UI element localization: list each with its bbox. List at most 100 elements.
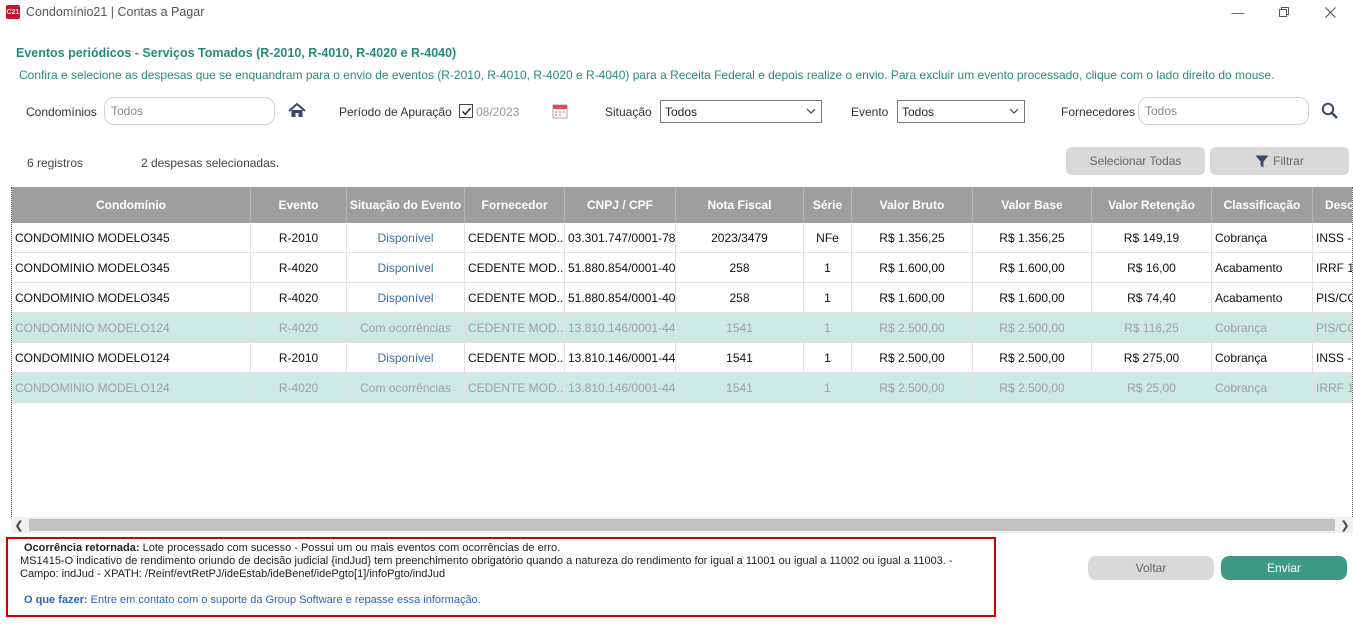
column-header[interactable]: Evento — [251, 187, 347, 223]
cell-cnpj: 13.810.146/0001-44 — [565, 373, 676, 403]
cell-bruto: R$ 2.500,00 — [852, 313, 973, 343]
cell-nota: 258 — [676, 253, 804, 283]
column-header[interactable]: Nota Fiscal — [676, 187, 804, 223]
home-icon[interactable] — [287, 101, 307, 121]
cell-evento: R-4020 — [251, 283, 347, 313]
cell-situacao[interactable]: Disponível — [347, 283, 465, 313]
cell-fornecedor: CEDENTE MOD... — [465, 253, 565, 283]
cell-desc: INSS - — [1316, 351, 1352, 365]
cell-situacao[interactable]: Com ocorrências — [347, 373, 465, 403]
column-header[interactable]: Série — [804, 187, 852, 223]
filter-button-label: Filtrar — [1273, 154, 1304, 168]
cell-base: R$ 1.356,25 — [973, 223, 1092, 253]
cell-situacao[interactable]: Com ocorrências — [347, 313, 465, 343]
cell-classificacao: Acabamento — [1212, 253, 1313, 283]
cell-base: R$ 2.500,00 — [973, 313, 1092, 343]
column-header[interactable]: Situação do Evento — [347, 187, 465, 223]
cell-retencao: R$ 116,25 — [1092, 313, 1212, 343]
app-logo-icon: C21 — [6, 5, 20, 19]
cell-situacao[interactable]: Disponível — [347, 343, 465, 373]
filter-button[interactable]: Filtrar — [1210, 147, 1349, 175]
cell-nota: 2023/3479 — [676, 223, 804, 253]
condominios-label: Condomínios — [26, 105, 97, 119]
cell-condominio: CONDOMINIO MODELO345 — [12, 223, 251, 253]
column-header[interactable]: CNPJ / CPF — [565, 187, 676, 223]
cell-desc: IRRF 1% — [1316, 261, 1352, 275]
table-row[interactable]: CONDOMINIO MODELO124 R-4020 Com ocorrênc… — [12, 373, 1352, 403]
column-header[interactable]: Condomínio — [12, 187, 251, 223]
cell-retencao: R$ 74,40 — [1092, 283, 1212, 313]
cell-evento: R-2010 — [251, 343, 347, 373]
column-header[interactable]: Valor Retenção — [1092, 187, 1212, 223]
close-icon[interactable] — [1307, 0, 1353, 24]
cell-base: R$ 2.500,00 — [973, 373, 1092, 403]
cell-nota: 258 — [676, 283, 804, 313]
window-controls: — — [1215, 0, 1353, 24]
chevron-down-icon — [806, 103, 816, 122]
column-header[interactable]: Fornecedor — [465, 187, 565, 223]
condominios-input[interactable]: Todos — [104, 97, 275, 125]
cell-base: R$ 2.500,00 — [973, 343, 1092, 373]
send-button[interactable]: Enviar — [1221, 556, 1347, 580]
cell-situacao[interactable]: Disponível — [347, 253, 465, 283]
table-header: Condomínio Evento Situação do Evento For… — [12, 187, 1352, 223]
situacao-select[interactable]: Todos — [660, 100, 822, 123]
situacao-selected-value: Todos — [665, 104, 698, 119]
fornecedores-input[interactable]: Todos — [1138, 97, 1309, 125]
cell-desc: PIS/CO — [1316, 321, 1353, 335]
periodo-checkbox[interactable] — [459, 104, 473, 118]
cell-classificacao: Cobrança — [1212, 343, 1313, 373]
cell-evento: R-4020 — [251, 253, 347, 283]
calendar-icon[interactable] — [551, 102, 569, 120]
restore-icon[interactable] — [1261, 0, 1307, 24]
periodo-label: Período de Apuração — [339, 105, 452, 119]
cell-serie: 1 — [804, 283, 852, 313]
scroll-right-icon[interactable]: ❯ — [1337, 517, 1353, 533]
cell-retencao: R$ 25,00 — [1092, 373, 1212, 403]
table-row[interactable]: CONDOMINIO MODELO345 R-4020 Disponível C… — [12, 253, 1352, 283]
minimize-icon[interactable]: — — [1215, 0, 1261, 24]
cell-situacao[interactable]: Disponível — [347, 223, 465, 253]
select-all-button[interactable]: Selecionar Todas — [1066, 147, 1205, 175]
cell-fornecedor: CEDENTE MOD... — [465, 223, 565, 253]
cell-cnpj: 03.301.747/0001-78 — [565, 223, 676, 253]
cell-bruto: R$ 2.500,00 — [852, 343, 973, 373]
chevron-down-icon — [1009, 103, 1019, 122]
cell-desc: INSS - — [1316, 231, 1352, 245]
cell-evento: R-2010 — [251, 223, 347, 253]
table-row[interactable]: CONDOMINIO MODELO124 R-2010 Disponível C… — [12, 343, 1352, 373]
table-row[interactable]: CONDOMINIO MODELO345 R-4020 Disponível C… — [12, 283, 1352, 313]
cell-cnpj: 51.880.854/0001-40 — [565, 283, 676, 313]
cell-fornecedor: CEDENTE MOD... — [465, 343, 565, 373]
scrollbar-thumb[interactable] — [29, 519, 1335, 531]
cell-classificacao: Acabamento — [1212, 283, 1313, 313]
cell-condominio: CONDOMINIO MODELO124 — [12, 343, 251, 373]
cell-condominio: CONDOMINIO MODELO345 — [12, 253, 251, 283]
cell-evento: R-4020 — [251, 313, 347, 343]
table-row[interactable]: CONDOMINIO MODELO345 R-2010 Disponível C… — [12, 223, 1352, 253]
column-header[interactable]: Desc — [1313, 187, 1352, 223]
title-bar: C21 Condomínio21 | Contas a Pagar — — [0, 0, 1353, 24]
cell-cnpj: 13.810.146/0001-44 — [565, 343, 676, 373]
horizontal-scrollbar[interactable]: ❮ ❯ — [11, 517, 1353, 533]
cell-base: R$ 1.600,00 — [973, 253, 1092, 283]
cell-retencao: R$ 275,00 — [1092, 343, 1212, 373]
evento-select[interactable]: Todos — [897, 100, 1025, 123]
cell-bruto: R$ 1.356,25 — [852, 223, 973, 253]
periodo-value[interactable]: 08/2023 — [476, 105, 519, 119]
what-to-do-text: Entre em contato com o suporte da Group … — [90, 594, 481, 606]
column-header[interactable]: Valor Bruto — [852, 187, 973, 223]
table-row[interactable]: CONDOMINIO MODELO124 R-4020 Com ocorrênc… — [12, 313, 1353, 343]
column-header[interactable]: Classificação — [1212, 187, 1313, 223]
scroll-left-icon[interactable]: ❮ — [11, 517, 27, 533]
cell-classificacao: Cobrança — [1212, 373, 1313, 403]
cell-evento: R-4020 — [251, 373, 347, 403]
column-header[interactable]: Valor Base — [973, 187, 1092, 223]
back-button[interactable]: Voltar — [1088, 556, 1214, 580]
search-icon[interactable] — [1320, 101, 1340, 121]
cell-bruto: R$ 1.600,00 — [852, 283, 973, 313]
cell-base: R$ 1.600,00 — [973, 283, 1092, 313]
what-to-do-label: O que fazer: — [24, 594, 88, 606]
evento-selected-value: Todos — [902, 104, 935, 119]
cell-fornecedor: CEDENTE MOD... — [465, 313, 565, 343]
